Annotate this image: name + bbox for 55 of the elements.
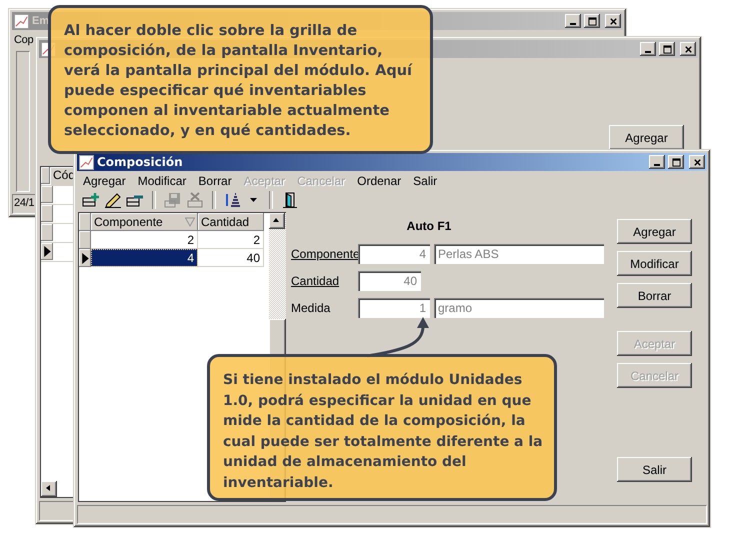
- arrow-up-icon: [272, 216, 280, 224]
- table-cell[interactable]: 4: [91, 249, 198, 267]
- window-title: Em: [32, 15, 50, 27]
- close-icon: [692, 158, 702, 166]
- app-icon: [79, 154, 94, 170]
- add-row-icon[interactable]: [82, 192, 100, 208]
- record-title: Auto F1: [406, 219, 452, 233]
- maximize-icon: [588, 16, 596, 26]
- minimize-icon: [645, 51, 651, 53]
- menu-item[interactable]: Salir: [407, 174, 444, 188]
- input-field[interactable]: 4: [358, 244, 430, 264]
- caret-icon[interactable]: [250, 198, 257, 202]
- field-label: Medida: [291, 301, 332, 315]
- help-tooltip: Al hacer doble clic sobre la grilla de composición, de la pantalla Inventario, verá la pantalla principal del módulo. Aquí puede especificar qué inventariables componen al inventariable actualmente seleccionado, y en qué cantidades.: [48, 5, 433, 154]
- close-button[interactable]: [689, 155, 705, 169]
- close-icon: [608, 16, 618, 26]
- sort-icon[interactable]: [224, 192, 242, 208]
- close-icon: [684, 44, 692, 54]
- column-header[interactable]: Componente: [91, 213, 198, 231]
- scroll-up-button[interactable]: [269, 213, 285, 229]
- field-label: Cantidad: [291, 274, 340, 288]
- menu-item[interactable]: Agregar: [77, 174, 132, 188]
- menu-item[interactable]: Ordenar: [351, 174, 408, 188]
- input-field[interactable]: gramo: [434, 298, 604, 318]
- scroll-left-button[interactable]: [41, 481, 57, 497]
- field-label: Componente: [291, 247, 358, 261]
- dialog-button[interactable]: Salir: [617, 457, 692, 482]
- help-tooltip: Si tiene instalado el módulo Unidades 1.0, podrá especificar la unidad en que mide la cantidad de la composición, la cual puede ser totalmente diferente a la unidad de almacenamiento del inventariable.: [207, 354, 557, 501]
- column-header[interactable]: Cantidad: [198, 213, 264, 231]
- row-pointer-icon: [44, 246, 50, 257]
- minimize-icon: [654, 164, 660, 166]
- row-header[interactable]: [79, 249, 91, 267]
- maximize-icon: [662, 44, 672, 54]
- menu-item[interactable]: Borrar: [192, 174, 238, 188]
- dialog-button[interactable]: Borrar: [617, 283, 692, 308]
- input-field[interactable]: 40: [358, 271, 421, 291]
- menu-item[interactable]: Cop: [12, 34, 34, 46]
- input-field[interactable]: 1: [358, 298, 430, 318]
- pencil-icon[interactable]: [104, 192, 122, 208]
- minimize-button[interactable]: [649, 155, 665, 169]
- table-cell[interactable]: 2: [198, 231, 264, 249]
- table-cell[interactable]: 40: [198, 249, 264, 267]
- add-button[interactable]: Agregar: [609, 125, 684, 150]
- minimize-icon: [570, 23, 576, 25]
- input-field[interactable]: Perlas ABS: [434, 244, 604, 264]
- door-icon[interactable]: [281, 192, 299, 208]
- window-title: Composición: [97, 155, 183, 169]
- row-header[interactable]: [41, 243, 53, 260]
- dialog-button[interactable]: Agregar: [617, 219, 692, 244]
- dialog-button[interactable]: Modificar: [617, 251, 692, 276]
- maximize-button[interactable]: [668, 155, 684, 169]
- arrow-left-icon: [44, 484, 52, 492]
- menu-item[interactable]: Modificar: [132, 174, 192, 188]
- app-icon: [14, 14, 29, 28]
- maximize-icon: [672, 158, 680, 166]
